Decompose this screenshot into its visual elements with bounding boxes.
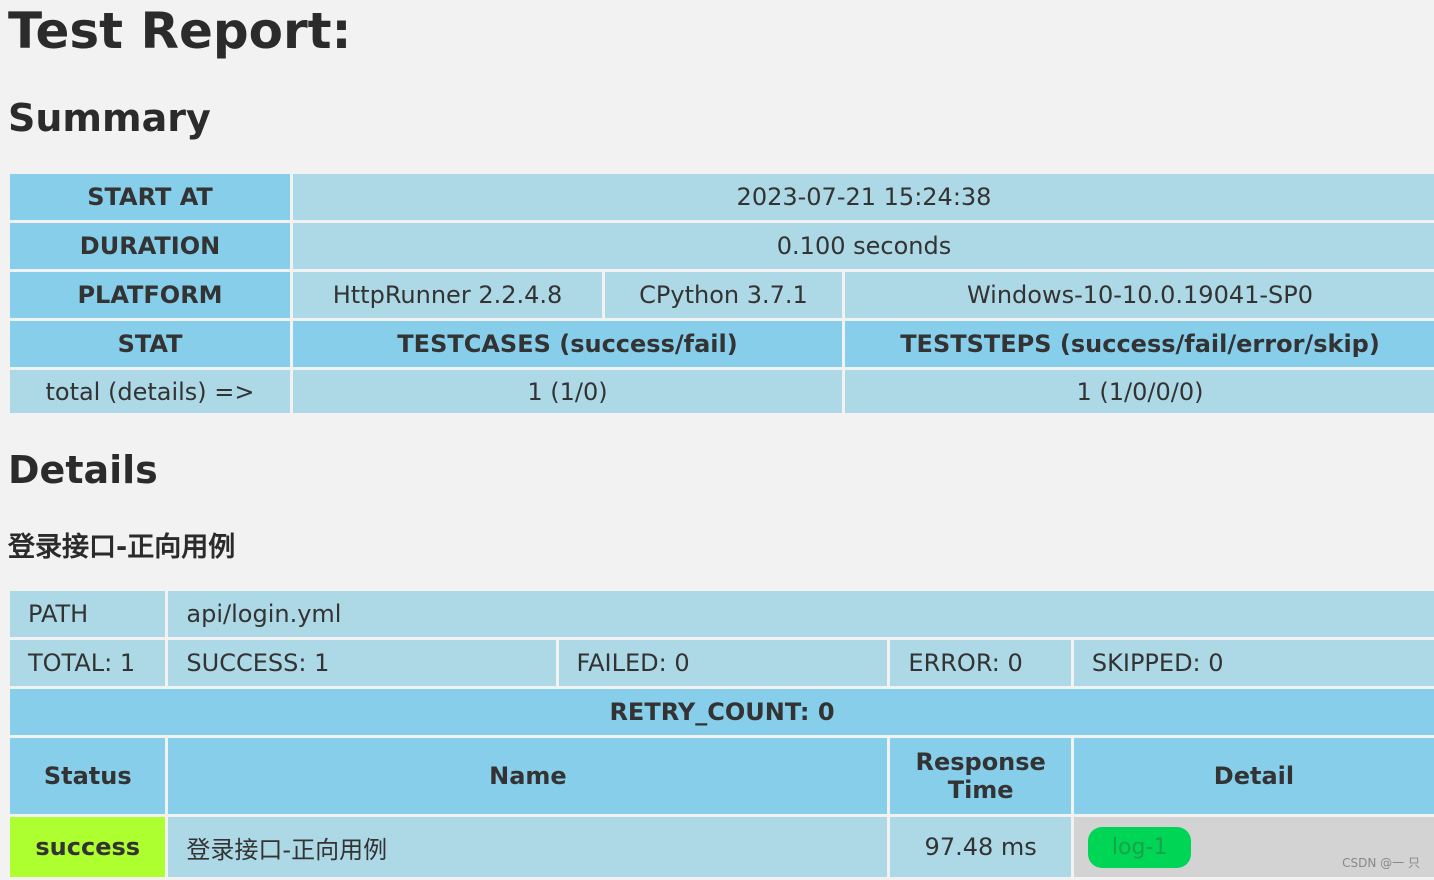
detail-column-header: Detail <box>1073 738 1434 814</box>
summary-heading: Summary <box>8 96 211 140</box>
success-count: SUCCESS: 1 <box>168 640 556 686</box>
testcases-header: TESTCASES (success/fail) <box>293 321 842 367</box>
path-label: PATH <box>10 591 166 637</box>
path-value: api/login.yml <box>168 591 1434 637</box>
counts-row: TOTAL: 1 SUCCESS: 1 FAILED: 0 ERROR: 0 S… <box>10 640 1434 686</box>
failed-count: FAILED: 0 <box>558 640 888 686</box>
path-row: PATH api/login.yml <box>10 591 1434 637</box>
duration-label: DURATION <box>10 223 290 269</box>
detail-cell: log-1 CSDN @一 只 <box>1073 817 1434 877</box>
duration-row: DURATION 0.100 seconds <box>10 223 1434 269</box>
total-label: total (details) => <box>10 370 290 413</box>
platform-row: PLATFORM HttpRunner 2.2.4.8 CPython 3.7.… <box>10 272 1434 318</box>
stat-label: STAT <box>10 321 290 367</box>
log-button[interactable]: log-1 <box>1087 826 1192 868</box>
start-at-label: START AT <box>10 174 290 220</box>
teststeps-header: TESTSTEPS (success/fail/error/skip) <box>845 321 1434 367</box>
stat-header-row: STAT TESTCASES (success/fail) TESTSTEPS … <box>10 321 1434 367</box>
platform-runner: HttpRunner 2.2.4.8 <box>293 272 602 318</box>
error-count: ERROR: 0 <box>890 640 1071 686</box>
start-at-row: START AT 2023-07-21 15:24:38 <box>10 174 1434 220</box>
teststeps-value: 1 (1/0/0/0) <box>845 370 1434 413</box>
table-row: success 登录接口-正向用例 97.48 ms log-1 CSDN @一… <box>10 817 1434 877</box>
start-at-value: 2023-07-21 15:24:38 <box>293 174 1434 220</box>
summary-table: START AT 2023-07-21 15:24:38 DURATION 0.… <box>7 171 1434 416</box>
record-name: 登录接口-正向用例 <box>168 817 888 877</box>
details-table: PATH api/login.yml TOTAL: 1 SUCCESS: 1 F… <box>7 588 1434 880</box>
status-badge: success <box>10 817 166 877</box>
watermark: CSDN @一 只 <box>1342 856 1420 870</box>
name-column-header: Name <box>168 738 888 814</box>
retry-count: RETRY_COUNT: 0 <box>10 689 1434 735</box>
platform-label: PLATFORM <box>10 272 290 318</box>
retry-row: RETRY_COUNT: 0 <box>10 689 1434 735</box>
column-header-row: Status Name Response Time Detail <box>10 738 1434 814</box>
response-time-column-header: Response Time <box>890 738 1071 814</box>
status-column-header: Status <box>10 738 166 814</box>
page-title: Test Report: <box>8 2 352 60</box>
testcase-name: 登录接口-正向用例 <box>8 532 236 563</box>
platform-python: CPython 3.7.1 <box>605 272 842 318</box>
skipped-count: SKIPPED: 0 <box>1073 640 1434 686</box>
record-response-time: 97.48 ms <box>890 817 1071 877</box>
total-count: TOTAL: 1 <box>10 640 166 686</box>
testcases-value: 1 (1/0) <box>293 370 842 413</box>
duration-value: 0.100 seconds <box>293 223 1434 269</box>
details-heading: Details <box>8 448 158 492</box>
total-row: total (details) => 1 (1/0) 1 (1/0/0/0) <box>10 370 1434 413</box>
platform-os: Windows-10-10.0.19041-SP0 <box>845 272 1434 318</box>
